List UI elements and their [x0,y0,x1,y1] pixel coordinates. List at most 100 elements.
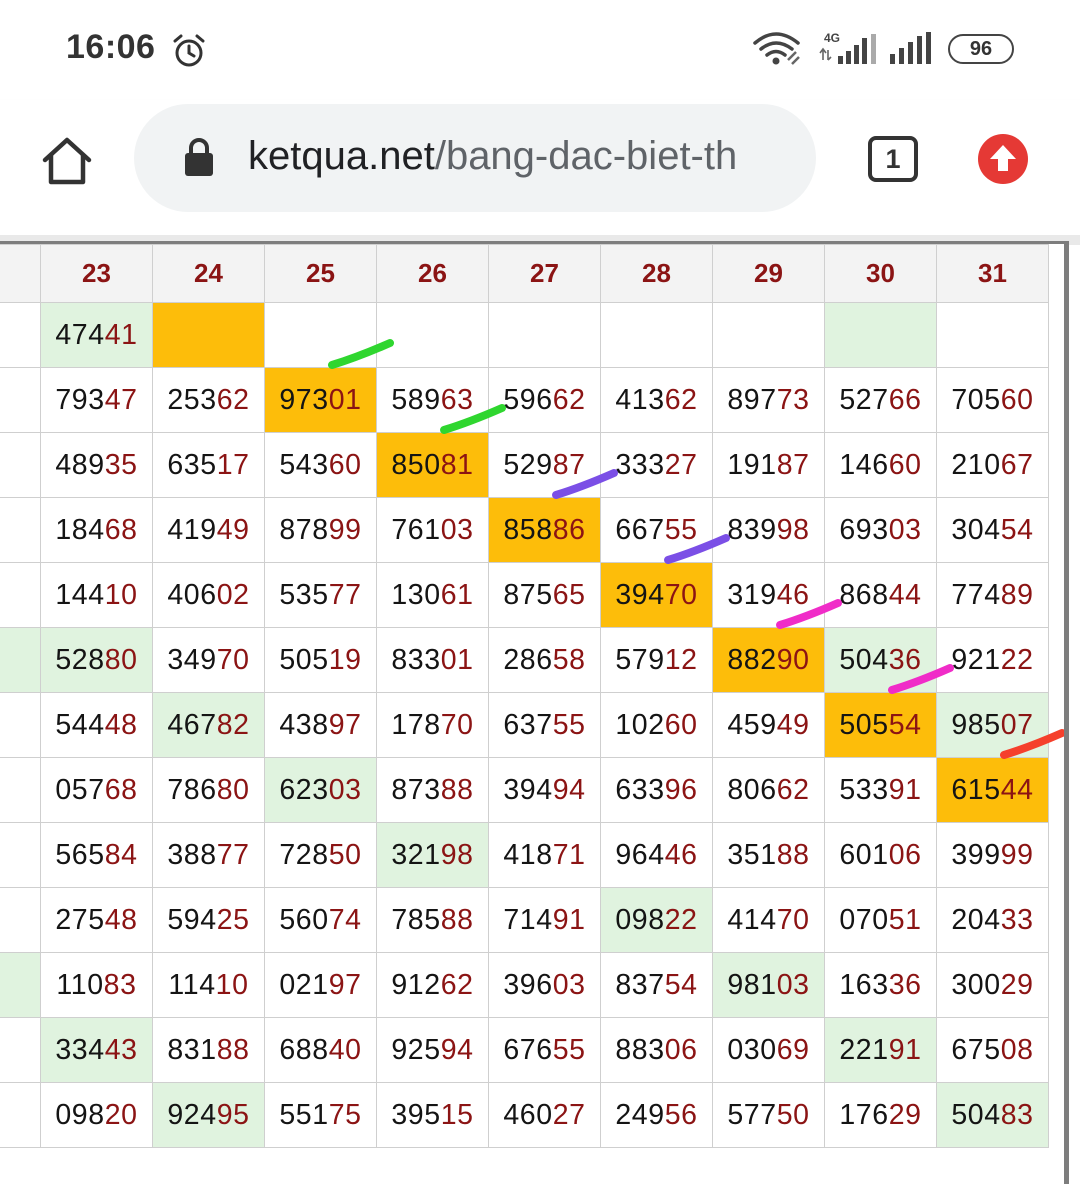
result-tail: 97 [328,968,362,1001]
update-arrow-icon[interactable] [976,132,1030,186]
result-cell: 66755 [600,497,713,563]
result-head: 110 [56,968,104,1001]
result-tail: 54 [664,968,698,1001]
results-table-container[interactable]: 232425262728293031 354744193793472536297… [0,241,1069,1184]
result-cell: 57750 [712,1082,825,1148]
result-cell: 41470 [712,887,825,953]
result-tail: 25 [216,903,250,936]
table-row: 5356584388777285032198418719644635188601… [0,822,1049,888]
result-cell: 67508 [936,1017,1049,1083]
result-tail: 67 [1000,448,1034,481]
result-tail: 36 [888,968,922,1001]
signal-icon [890,32,931,64]
result-tail: 47 [104,383,138,416]
result-tail: 55 [664,513,698,546]
date-header-0 [0,244,41,303]
result-tail: 54 [1000,513,1034,546]
result-head: 688 [279,1033,329,1066]
result-tail: 96 [664,773,698,806]
result-tail: 87 [776,448,810,481]
result-head: 419 [167,513,217,546]
result-tail: 08 [1000,1033,1034,1066]
result-tail: 60 [1000,383,1034,416]
result-cell: 69303 [824,497,937,563]
result-tail: 15 [440,1098,474,1131]
date-header-2: 24 [152,244,265,303]
result-tail: 80 [216,773,250,806]
result-tail: 51 [888,903,922,936]
result-head: 395 [391,1098,441,1131]
result-head: 388 [167,838,217,871]
result-tail: 49 [0,644,1,676]
result-head: 793 [55,383,105,416]
result-head: 615 [951,773,1001,806]
result-head: 925 [391,1033,441,1066]
result-cell: 57912 [600,627,713,693]
result-cell: 98507 [936,692,1049,758]
result-head: 210 [951,448,1001,481]
result-head: 221 [839,1033,889,1066]
result-tail: 88 [0,709,1,741]
tabs-icon[interactable]: 1 [868,136,918,182]
url-text[interactable]: ketqua.net/bang-dac-biet-th [248,134,808,179]
result-cell: 54360 [264,432,377,498]
result-tail: 98 [440,838,474,871]
result-cell: 09820 [40,1082,153,1148]
result-cell: 40602 [152,562,265,628]
result-cell: 78588 [376,887,489,953]
result-tail: 68 [104,513,138,546]
result-head: 406 [167,578,217,611]
result-head: 728 [279,838,329,871]
result-head: 785 [391,903,441,936]
result-tail: 44 [0,514,1,546]
battery-icon: 96 [948,34,1014,64]
result-cell: 33327 [600,432,713,498]
result-tail: 69 [776,1033,810,1066]
result-head: 349 [167,643,217,676]
result-head: 985 [951,708,1001,741]
result-head: 253 [167,383,217,416]
signal-4g-icon: 4G [819,31,876,64]
result-cell: 18468 [40,497,153,563]
result-cell: 33 [0,1082,41,1148]
result-cell: 11083 [40,952,153,1018]
result-tail: 56 [664,1098,698,1131]
result-head: 418 [503,838,553,871]
table-row: 4733443831886884092594676558830603069221… [0,1017,1049,1083]
result-tail: 58 [552,643,586,676]
result-cell: 53391 [824,757,937,823]
result-tail: 87 [552,448,586,481]
result-head: 831 [167,1033,217,1066]
result-tail: 70 [216,643,250,676]
result-head: 460 [503,1098,553,1131]
result-head: 030 [727,1033,777,1066]
result-tail: 46 [776,578,810,611]
table-row: 3427548594255607478588714910982241470070… [0,887,1049,953]
result-tail: 44 [888,578,922,611]
result-cell: 96446 [600,822,713,888]
result-cell: 05768 [40,757,153,823]
result-cell: 52880 [40,627,153,693]
result-head: 098 [55,1098,105,1131]
result-head: 883 [615,1033,665,1066]
home-icon[interactable] [40,136,94,186]
result-tail: 49 [776,708,810,741]
result-cell: 47441 [40,302,153,368]
result-head: 114 [168,968,216,1001]
result-cell [936,302,1049,368]
result-cell: 32198 [376,822,489,888]
result-head: 858 [503,513,553,546]
result-cell: 39999 [936,822,1049,888]
result-head: 249 [615,1098,665,1131]
result-cell: 41362 [600,367,713,433]
result-cell: 89773 [712,367,825,433]
result-tail: 62 [776,773,810,806]
address-bar[interactable]: ketqua.net/bang-dac-biet-th [134,104,816,212]
result-cell: 83301 [376,627,489,693]
result-tail: 55 [552,1033,586,1066]
result-head: 321 [391,838,441,871]
result-head: 467 [167,708,217,741]
date-header-7: 29 [712,244,825,303]
result-cell [376,302,489,368]
result-tail: 84 [104,838,138,871]
